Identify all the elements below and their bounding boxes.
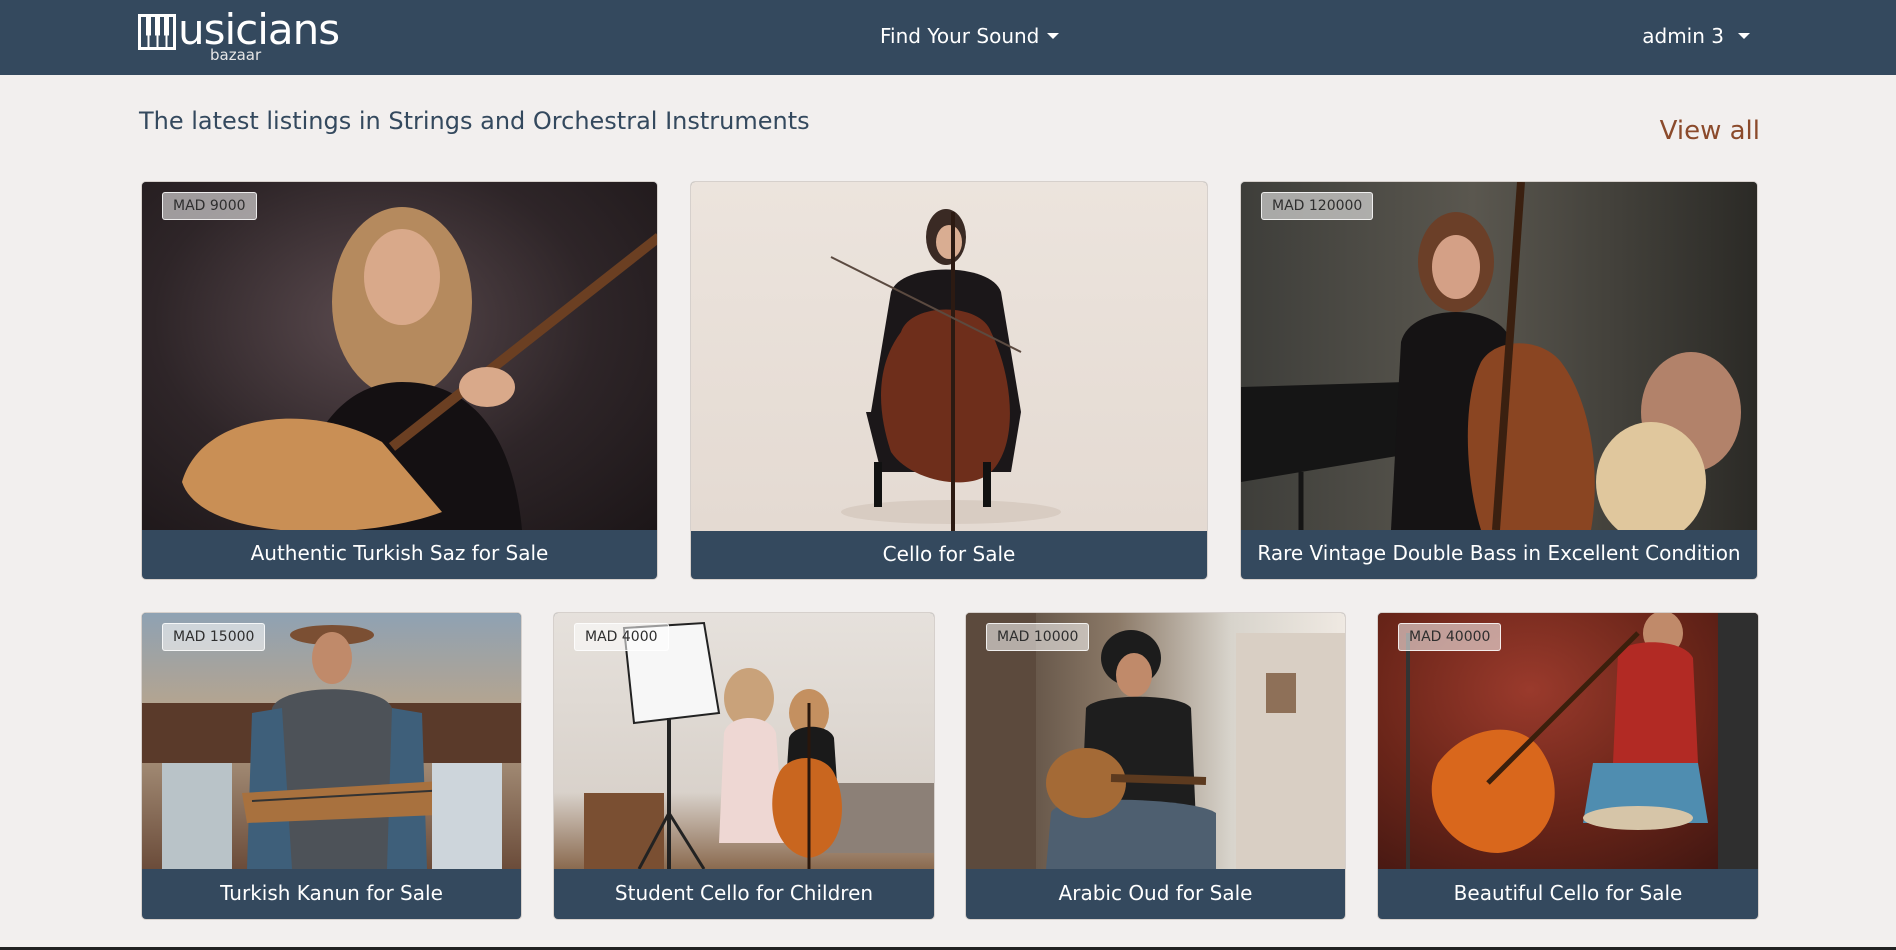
- caret-down-icon: [1738, 32, 1750, 39]
- listing-image: MAD 120000: [1241, 182, 1757, 530]
- listing-title: Cello for Sale: [882, 542, 1016, 566]
- find-your-sound-dropdown[interactable]: Find Your Sound: [880, 22, 1060, 50]
- brand-subtitle: bazaar: [210, 46, 262, 64]
- price-badge: MAD 10000: [986, 623, 1090, 651]
- listing-image: MAD 10000: [966, 613, 1345, 869]
- listing-image: MAD 15000: [142, 613, 521, 869]
- listing-title: Student Cello for Children: [614, 881, 874, 905]
- listing-card[interactable]: MAD 40000 Beautiful Cello for Sale: [1377, 612, 1759, 920]
- listing-title: Arabic Oud for Sale: [1058, 881, 1253, 905]
- listing-title: Rare Vintage Double Bass in Excellent Co…: [1257, 541, 1741, 565]
- user-name-label: admin 3: [1642, 24, 1724, 48]
- saz-player-illustration: [182, 207, 657, 530]
- listing-image: [691, 182, 1207, 531]
- listing-card[interactable]: Cello for Sale: [690, 181, 1208, 580]
- listing-card[interactable]: MAD 10000 Arabic Oud for Sale: [965, 612, 1346, 920]
- top-navbar: usicians bazaar Find Your Sound admin 3: [0, 0, 1896, 75]
- oud-player-illustration: [966, 613, 1345, 869]
- section-title: The latest listings in Strings and Orche…: [139, 107, 810, 135]
- price-badge: MAD 4000: [574, 623, 669, 651]
- listing-title: Turkish Kanun for Sale: [220, 881, 443, 905]
- listing-title: Beautiful Cello for Sale: [1453, 881, 1683, 905]
- price-badge: MAD 40000: [1398, 623, 1502, 651]
- listing-image: MAD 4000: [554, 613, 934, 869]
- listing-card[interactable]: MAD 4000 Student Cello for Children: [553, 612, 935, 920]
- find-your-sound-label: Find Your Sound: [880, 24, 1040, 48]
- double-bass-player-illustration: [1241, 182, 1741, 530]
- cello-player-illustration: [830, 209, 1061, 531]
- piano-keys-icon: [138, 14, 176, 50]
- listing-image: MAD 40000: [1378, 613, 1758, 869]
- listing-image: MAD 9000: [142, 182, 657, 530]
- kanun-player-illustration: [142, 625, 521, 869]
- listing-card[interactable]: MAD 9000 Authentic Turkish Saz for Sale: [141, 181, 658, 580]
- price-badge: MAD 9000: [162, 192, 257, 220]
- listing-card[interactable]: MAD 15000 Turkish Kanun for Sale: [141, 612, 522, 920]
- user-menu-dropdown[interactable]: admin 3: [1642, 22, 1750, 50]
- student-cello-illustration: [584, 621, 934, 869]
- view-all-link[interactable]: View all: [1660, 114, 1760, 148]
- listing-title: Authentic Turkish Saz for Sale: [250, 541, 549, 565]
- listing-card[interactable]: MAD 120000 Rare Vintage Double Bass in E…: [1240, 181, 1758, 580]
- cello-street-player-illustration: [1406, 613, 1758, 869]
- price-badge: MAD 120000: [1261, 192, 1374, 220]
- caret-down-icon: [1047, 32, 1060, 39]
- price-badge: MAD 15000: [162, 623, 266, 651]
